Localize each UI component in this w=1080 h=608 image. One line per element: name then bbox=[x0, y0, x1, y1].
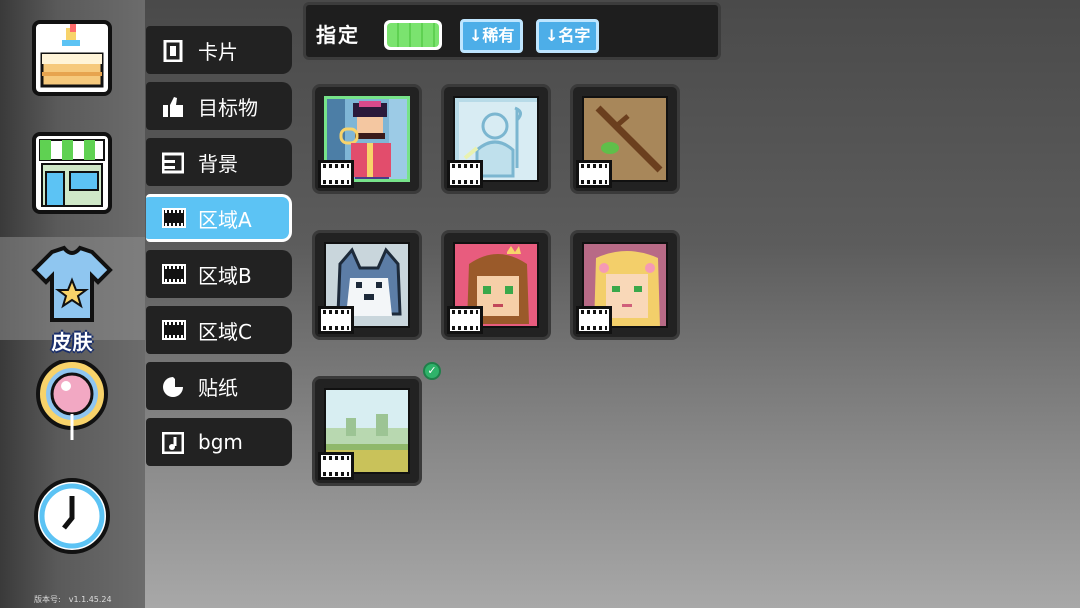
category-card[interactable]: 卡片 bbox=[146, 26, 292, 74]
background-icon bbox=[161, 152, 186, 174]
thumbs-up-icon bbox=[162, 96, 186, 117]
item-card[interactable] bbox=[441, 230, 551, 340]
category-label: bgm bbox=[198, 430, 243, 454]
film-icon bbox=[162, 320, 186, 340]
music-icon bbox=[161, 431, 186, 455]
category-zone-b[interactable]: 区域B bbox=[146, 250, 292, 298]
film-badge bbox=[318, 160, 354, 188]
category-bgm[interactable]: bgm bbox=[146, 418, 292, 466]
equipped-check-icon: ✓ bbox=[423, 362, 441, 380]
category-zone-a[interactable]: 区域A bbox=[146, 194, 292, 242]
item-card[interactable] bbox=[570, 230, 680, 340]
shirt-icon[interactable] bbox=[30, 244, 114, 328]
film-icon bbox=[162, 208, 186, 228]
sticker-icon bbox=[162, 376, 186, 397]
category-zone-c[interactable]: 区域C bbox=[146, 306, 292, 354]
filter-toolbar: 指定 ↓稀有 ↓名字 bbox=[303, 2, 721, 60]
item-card[interactable] bbox=[570, 84, 680, 194]
version-value: v1.1.45.24 bbox=[68, 595, 112, 604]
category-label: 目标物 bbox=[198, 95, 258, 120]
category-label: 区域B bbox=[198, 263, 252, 288]
film-badge bbox=[576, 306, 612, 334]
film-badge bbox=[318, 452, 354, 480]
category-target[interactable]: 目标物 bbox=[146, 82, 292, 130]
category-background[interactable]: 背景 bbox=[146, 138, 292, 186]
item-card[interactable] bbox=[441, 84, 551, 194]
category-label: 背景 bbox=[198, 151, 238, 176]
assign-toggle[interactable] bbox=[384, 20, 442, 50]
assign-label: 指定 bbox=[316, 23, 360, 47]
version-label: 版本号: bbox=[34, 595, 61, 604]
shop-icon[interactable] bbox=[30, 130, 114, 214]
sort-rarity-button[interactable]: ↓稀有 bbox=[460, 19, 524, 53]
film-badge bbox=[447, 160, 483, 188]
item-card[interactable] bbox=[312, 84, 422, 194]
film-badge bbox=[318, 306, 354, 334]
version-info: 版本号: v1.1.45.24 bbox=[34, 594, 120, 605]
category-sticker[interactable]: 贴纸 bbox=[146, 362, 292, 410]
film-icon bbox=[162, 264, 186, 284]
sort-name-button[interactable]: ↓名字 bbox=[536, 19, 600, 53]
item-card[interactable] bbox=[312, 230, 422, 340]
card-icon bbox=[162, 39, 186, 63]
category-label: 区域A bbox=[198, 207, 252, 232]
rail-active-label: 皮肤 bbox=[51, 330, 94, 354]
film-badge bbox=[576, 160, 612, 188]
main-nav-rail: 皮肤 版本号: v1.1.45.24 bbox=[0, 0, 145, 608]
cake-icon[interactable] bbox=[30, 14, 114, 98]
category-label: 贴纸 bbox=[198, 375, 238, 400]
clock-icon[interactable] bbox=[30, 474, 114, 558]
balloon-icon[interactable] bbox=[30, 358, 114, 444]
category-label: 区域C bbox=[198, 319, 252, 344]
item-card[interactable] bbox=[312, 376, 422, 486]
category-label: 卡片 bbox=[198, 39, 238, 64]
film-badge bbox=[447, 306, 483, 334]
